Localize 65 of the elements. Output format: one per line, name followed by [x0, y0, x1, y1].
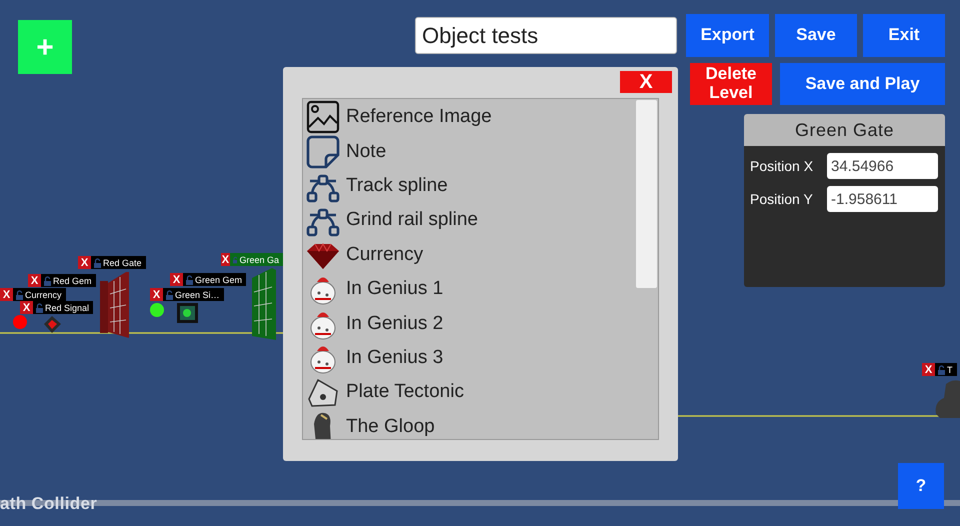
object-list-item[interactable]: Note: [303, 134, 658, 169]
gate-drawing: [252, 268, 276, 340]
lock-icon: [232, 254, 238, 264]
lock-icon: [166, 290, 173, 300]
position-field[interactable]: 34.54966: [827, 153, 938, 179]
delete-button[interactable]: X: [150, 288, 163, 301]
object-type-label: Track spline: [346, 174, 448, 197]
close-button[interactable]: X: [620, 71, 672, 93]
object-type-label: In Genius 3: [346, 346, 444, 369]
delete-button[interactable]: X: [922, 363, 935, 376]
object-type-label: Note: [346, 140, 386, 163]
note-icon: [306, 134, 340, 169]
object-list-item[interactable]: Track spline: [303, 168, 658, 204]
delete-button[interactable]: X: [78, 256, 91, 269]
help-button[interactable]: ?: [898, 463, 944, 509]
delete-button[interactable]: Delete Level: [690, 63, 772, 105]
delete-button[interactable]: X: [0, 288, 13, 301]
field-label: Position Y: [750, 191, 814, 207]
object-label: Red Gate: [103, 258, 143, 268]
object-list-item[interactable]: In Genius 2: [303, 306, 658, 341]
object-type-label: In Genius 1: [346, 278, 444, 300]
object-label: Red Gem: [53, 276, 93, 286]
toolbar-button[interactable]: Export: [686, 14, 769, 57]
position-field[interactable]: -1.958611: [827, 186, 938, 212]
delete-button[interactable]: X: [28, 274, 41, 287]
inspector-title: Green Gate: [744, 114, 945, 146]
object-list-item[interactable]: In Genius 3: [303, 340, 658, 376]
object-type-label: Currency: [346, 244, 424, 266]
object-type-label: In Genius 2: [346, 312, 444, 335]
lock-icon: [36, 302, 43, 312]
object-list-item[interactable]: Currency: [303, 238, 658, 272]
gem-icon: [177, 303, 198, 323]
object-list-item[interactable]: The Gloop: [303, 410, 658, 439]
field-label: Position X: [750, 158, 814, 174]
figure-drawing: [936, 380, 960, 418]
object-label: Green Si…: [175, 290, 221, 300]
object-label: Currency: [25, 290, 63, 300]
object-type-label: The Gloop: [346, 416, 435, 438]
object-list-item[interactable]: Plate Tectonic: [303, 375, 658, 410]
lock-icon: [94, 258, 101, 268]
level-name-field[interactable]: Object tests: [415, 17, 677, 54]
object-label: Green Ga: [239, 254, 280, 264]
toolbar-button[interactable]: Save and Play: [780, 63, 945, 105]
object-label: Green Gem: [195, 274, 244, 284]
image-icon: [306, 100, 340, 134]
scrollbar-thumb[interactable]: [636, 100, 657, 288]
object-type-label: Grind rail spline: [346, 209, 478, 232]
object-type-label: Plate Tectonic: [346, 381, 464, 404]
delete-button[interactable]: X: [170, 273, 183, 286]
object-label: Red Signal: [45, 302, 90, 312]
object-type-label: Reference Image: [346, 106, 492, 128]
object-list-item[interactable]: Reference Image: [303, 100, 658, 134]
toolbar-button[interactable]: Save: [775, 14, 857, 57]
object-list-item[interactable]: Grind rail spline: [303, 203, 658, 238]
lock-icon: [16, 290, 23, 300]
lock-icon: [44, 276, 51, 286]
gate-drawing: [100, 272, 129, 338]
lock-icon: [938, 364, 945, 374]
delete-button[interactable]: X: [20, 301, 33, 314]
lock-icon: [186, 274, 193, 284]
delete-button[interactable]: X: [221, 253, 230, 266]
gem-icon: [44, 316, 61, 333]
object-label: T: [947, 364, 954, 374]
object-list-item[interactable]: In Genius 1: [303, 272, 658, 306]
toolbar-button[interactable]: Exit: [863, 14, 945, 57]
